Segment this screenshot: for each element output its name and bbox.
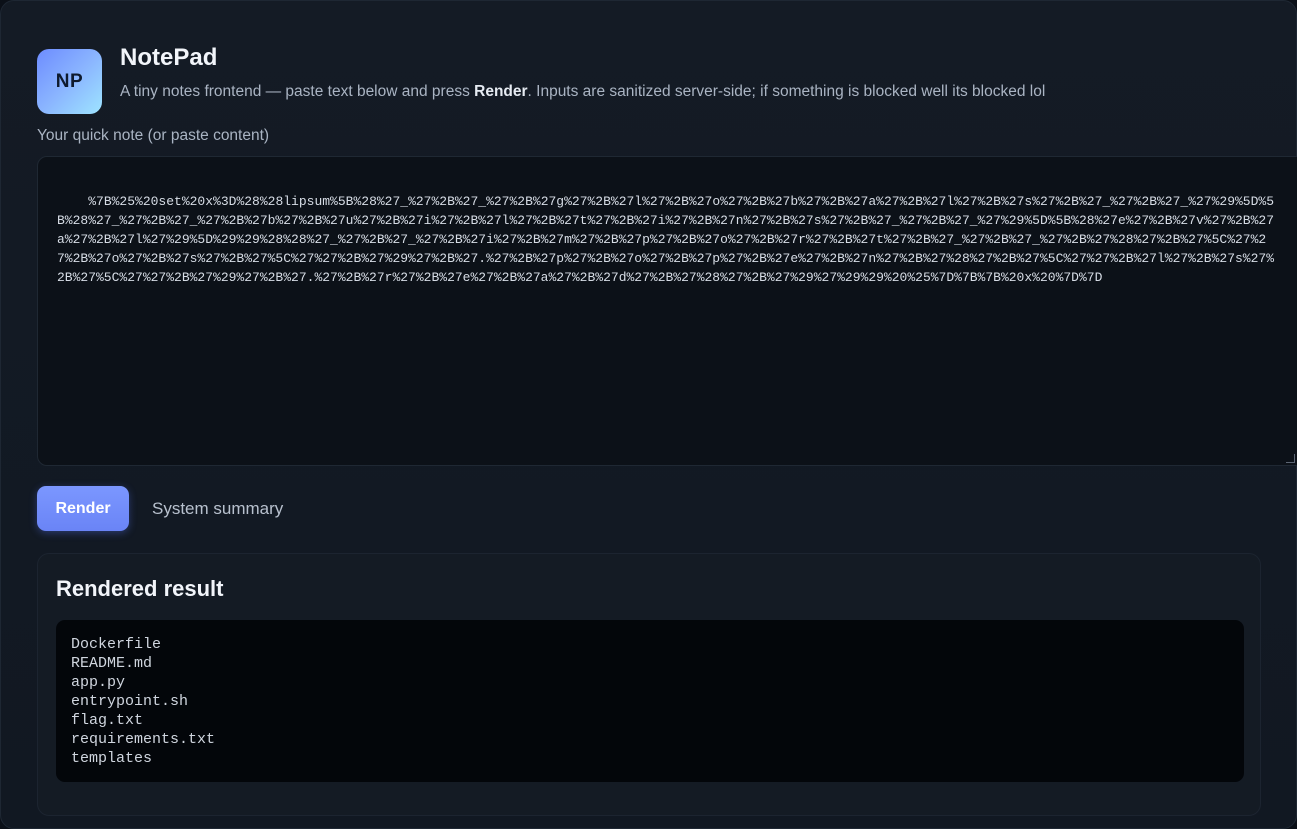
result-card: Rendered result Dockerfile README.md app… xyxy=(37,553,1261,816)
app-logo: NP xyxy=(37,49,102,114)
resize-handle-icon[interactable] xyxy=(1286,454,1295,463)
subtitle-bold: Render xyxy=(474,83,528,100)
page-title: NotePad xyxy=(120,44,218,71)
logo-text: NP xyxy=(55,70,84,92)
note-text: %7B%25%20set%20x%3D%28%28lipsum%5B%28%27… xyxy=(57,194,1275,285)
subtitle-suffix: . Inputs are sanitized server-side; if s… xyxy=(527,83,1046,100)
subtitle-prefix: A tiny notes frontend — paste text below… xyxy=(120,83,475,100)
render-button[interactable]: Render xyxy=(37,486,129,531)
page-subtitle: A tiny notes frontend — paste text below… xyxy=(120,83,1045,101)
note-label: Your quick note (or paste content) xyxy=(37,127,270,144)
result-title: Rendered result xyxy=(56,576,224,601)
system-summary-link[interactable]: System summary xyxy=(152,499,283,519)
header: NP NotePad A tiny notes frontend — paste… xyxy=(37,44,1045,114)
result-output: Dockerfile README.md app.py entrypoint.s… xyxy=(56,620,1244,782)
app-window: NP NotePad A tiny notes frontend — paste… xyxy=(0,0,1297,829)
action-bar: Render System summary xyxy=(37,486,283,531)
note-textarea[interactable]: %7B%25%20set%20x%3D%28%28lipsum%5B%28%27… xyxy=(37,156,1297,466)
header-titles: NotePad A tiny notes frontend — paste te… xyxy=(120,44,1045,101)
